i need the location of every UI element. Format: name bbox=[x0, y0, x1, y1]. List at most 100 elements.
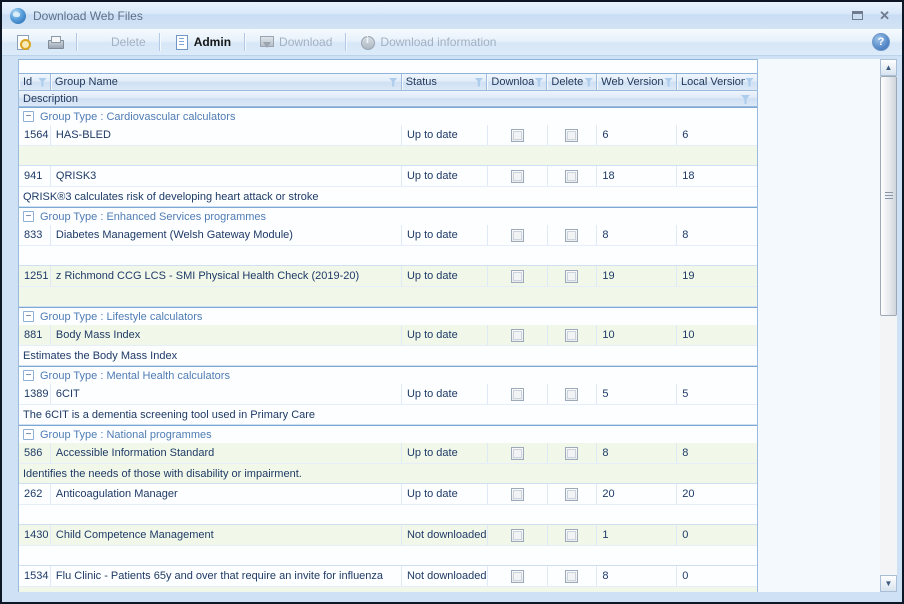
download-checkbox[interactable] bbox=[511, 129, 524, 142]
filter-icon[interactable] bbox=[534, 78, 543, 87]
delete-checkbox[interactable] bbox=[565, 329, 578, 342]
delete-checkbox[interactable] bbox=[565, 388, 578, 401]
toolbar-separator bbox=[159, 33, 160, 51]
delete-checkbox[interactable] bbox=[565, 170, 578, 183]
table-row[interactable]: 941QRISK3Up to date1818 bbox=[19, 166, 757, 187]
id-cell: 881 bbox=[19, 325, 51, 345]
toolbar-download-information-button[interactable]: Download information bbox=[352, 31, 503, 53]
group-row[interactable]: −Group Type : National programmes bbox=[19, 425, 757, 443]
collapse-icon[interactable]: − bbox=[23, 370, 34, 381]
table-row[interactable]: 586Accessible Information StandardUp to … bbox=[19, 443, 757, 464]
maximize-icon[interactable] bbox=[852, 11, 863, 20]
checkbox-cell bbox=[548, 525, 598, 545]
delete-checkbox[interactable] bbox=[565, 229, 578, 242]
download-checkbox[interactable] bbox=[511, 529, 524, 542]
column-header-group-name[interactable]: Group Name bbox=[51, 74, 402, 90]
delete-checkbox[interactable] bbox=[565, 447, 578, 460]
id-cell: 1251 bbox=[19, 266, 51, 286]
download-checkbox[interactable] bbox=[511, 270, 524, 283]
collapse-icon[interactable]: − bbox=[23, 429, 34, 440]
table-row[interactable]: 13896CITUp to date55 bbox=[19, 384, 757, 405]
table-row[interactable]: 1564HAS-BLEDUp to date66 bbox=[19, 125, 757, 146]
checkbox-cell bbox=[488, 166, 548, 186]
x-icon bbox=[90, 34, 106, 50]
column-header-delete[interactable]: Delete bbox=[547, 74, 597, 90]
group-row[interactable]: −Group Type : Cardiovascular calculators bbox=[19, 107, 757, 125]
table-row[interactable]: 1430Child Competence ManagementNot downl… bbox=[19, 525, 757, 546]
download-checkbox[interactable] bbox=[511, 488, 524, 501]
download-checkbox[interactable] bbox=[511, 447, 524, 460]
status-cell: Up to date bbox=[402, 225, 488, 245]
checkbox-cell bbox=[488, 525, 548, 545]
download-checkbox[interactable] bbox=[511, 329, 524, 342]
status-cell: Up to date bbox=[402, 443, 488, 463]
column-header-id[interactable]: Id bbox=[19, 74, 51, 90]
toolbar: Delete Admin Download Download information? bbox=[2, 29, 902, 56]
filter-icon[interactable] bbox=[664, 78, 673, 87]
close-icon[interactable]: ✕ bbox=[879, 9, 890, 22]
filter-icon[interactable] bbox=[38, 78, 47, 87]
description-row: Identifies the needs of those with disab… bbox=[19, 464, 757, 484]
delete-checkbox[interactable] bbox=[565, 529, 578, 542]
table-row[interactable]: 1534Flu Clinic - Patients 65y and over t… bbox=[19, 566, 757, 587]
vertical-scrollbar[interactable]: ▲ ▼ bbox=[880, 59, 897, 592]
title-bar: Download Web Files ✕ bbox=[2, 2, 902, 29]
print-preview-icon bbox=[15, 34, 31, 50]
checkbox-cell bbox=[488, 125, 548, 145]
column-header-web-version[interactable]: Web Version bbox=[597, 74, 677, 90]
toolbar-print-button[interactable] bbox=[40, 31, 70, 53]
collapse-icon[interactable]: − bbox=[23, 211, 34, 222]
group-row[interactable]: −Group Type : Enhanced Services programm… bbox=[19, 207, 757, 225]
delete-checkbox[interactable] bbox=[565, 488, 578, 501]
description-row bbox=[19, 146, 757, 166]
column-header-description[interactable]: Description bbox=[19, 91, 757, 107]
filter-icon[interactable] bbox=[474, 78, 483, 87]
print-icon bbox=[47, 34, 63, 50]
delete-checkbox[interactable] bbox=[565, 570, 578, 583]
help-icon[interactable]: ? bbox=[872, 33, 890, 51]
group-label: Group Type : Mental Health calculators bbox=[40, 370, 230, 382]
grid-empty-area bbox=[758, 59, 880, 592]
filter-icon[interactable] bbox=[584, 78, 593, 87]
collapse-icon[interactable]: − bbox=[23, 311, 34, 322]
toolbar-print-preview-button[interactable] bbox=[8, 31, 38, 53]
download-checkbox[interactable] bbox=[511, 170, 524, 183]
filter-icon[interactable] bbox=[389, 78, 398, 87]
scrollbar-thumb[interactable] bbox=[880, 76, 897, 316]
web-version-cell: 5 bbox=[597, 384, 677, 404]
delete-checkbox[interactable] bbox=[565, 270, 578, 283]
column-header-label: Group Name bbox=[55, 76, 389, 88]
local-version-cell: 0 bbox=[677, 525, 757, 545]
download-checkbox[interactable] bbox=[511, 388, 524, 401]
toolbar-admin-button[interactable]: Admin bbox=[166, 31, 238, 53]
delete-checkbox[interactable] bbox=[565, 129, 578, 142]
group-label: Group Type : National programmes bbox=[40, 429, 212, 441]
status-cell: Not downloaded bbox=[402, 525, 488, 545]
group-row[interactable]: −Group Type : Lifestyle calculators bbox=[19, 307, 757, 325]
status-cell: Not downloaded bbox=[402, 566, 488, 586]
table-row[interactable]: 1251z Richmond CCG LCS - SMI Physical He… bbox=[19, 266, 757, 287]
checkbox-cell bbox=[548, 166, 598, 186]
download-checkbox[interactable] bbox=[511, 570, 524, 583]
column-header-label: Local Version bbox=[681, 76, 745, 88]
column-header-download[interactable]: Download bbox=[487, 74, 547, 90]
collapse-icon[interactable]: − bbox=[23, 111, 34, 122]
group-row[interactable]: −Group Type : Mental Health calculators bbox=[19, 366, 757, 384]
checkbox-cell bbox=[548, 225, 598, 245]
toolbar-separator bbox=[244, 33, 245, 51]
status-cell: Up to date bbox=[402, 125, 488, 145]
toolbar-delete-button[interactable]: Delete bbox=[83, 31, 153, 53]
filter-icon[interactable] bbox=[745, 78, 754, 87]
toolbar-download-button[interactable]: Download bbox=[251, 31, 339, 53]
group-label: Group Type : Enhanced Services programme… bbox=[40, 211, 266, 223]
table-row[interactable]: 262Anticoagulation ManagerUp to date2020 bbox=[19, 484, 757, 505]
download-checkbox[interactable] bbox=[511, 229, 524, 242]
table-row[interactable]: 881Body Mass IndexUp to date1010 bbox=[19, 325, 757, 346]
scroll-down-icon[interactable]: ▼ bbox=[880, 575, 897, 592]
column-header-status[interactable]: Status bbox=[402, 74, 488, 90]
id-cell: 1534 bbox=[19, 566, 51, 586]
checkbox-cell bbox=[548, 125, 598, 145]
column-header-local-version[interactable]: Local Version bbox=[677, 74, 757, 90]
scroll-up-icon[interactable]: ▲ bbox=[880, 59, 897, 76]
table-row[interactable]: 833Diabetes Management (Welsh Gateway Mo… bbox=[19, 225, 757, 246]
